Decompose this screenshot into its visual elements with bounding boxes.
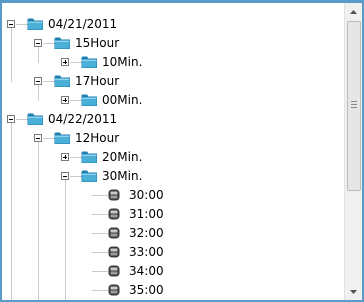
tree-node-label: 12Hour xyxy=(75,131,120,145)
collapse-toggle[interactable] xyxy=(34,134,42,142)
recording-file-icon xyxy=(108,265,120,280)
recording-file-icon xyxy=(108,246,120,261)
tree-folder-node[interactable]: 30Min. xyxy=(2,167,346,185)
collapse-toggle[interactable] xyxy=(7,20,15,28)
tree-node-label: 04/21/2011 xyxy=(48,17,118,31)
vertical-scrollbar[interactable] xyxy=(344,3,362,300)
folder-icon xyxy=(81,55,98,72)
arrow-down-icon[interactable] xyxy=(345,283,362,300)
collapse-toggle[interactable] xyxy=(7,115,15,123)
expand-toggle[interactable] xyxy=(61,96,69,104)
expand-toggle[interactable] xyxy=(61,58,69,66)
tree-folder-node[interactable]: 00Min. xyxy=(2,91,346,109)
tree-recording-node[interactable]: 31:00 xyxy=(2,205,346,223)
tree-folder-node[interactable]: 15Hour xyxy=(2,34,346,52)
tree-folder-node[interactable]: 04/22/2011 xyxy=(2,110,346,128)
folder-icon xyxy=(27,17,44,34)
tree-view[interactable]: 04/21/2011 15Hour 10Min. 17Hour 00Min. 04/22/… xyxy=(2,3,346,300)
folder-icon xyxy=(54,36,71,53)
tree-node-label: 31:00 xyxy=(129,207,164,221)
collapse-toggle[interactable] xyxy=(34,77,42,85)
tree-node-label: 33:00 xyxy=(129,245,164,259)
tree-node-label: 00Min. xyxy=(102,93,143,107)
recording-file-icon xyxy=(108,208,120,223)
scrollbar-thumb[interactable] xyxy=(347,21,361,191)
tree-node-label: 15Hour xyxy=(75,36,120,50)
tree-node-label: 30:00 xyxy=(129,188,164,202)
tree-node-label: 04/22/2011 xyxy=(48,112,118,126)
tree-recording-node[interactable]: 35:00 xyxy=(2,281,346,299)
tree-view-window: 04/21/2011 15Hour 10Min. 17Hour 00Min. 04/22/… xyxy=(0,0,364,302)
tree-folder-node[interactable]: 04/21/2011 xyxy=(2,15,346,33)
tree-folder-node[interactable]: 20Min. xyxy=(2,148,346,166)
tree-recording-node[interactable]: 34:00 xyxy=(2,262,346,280)
folder-icon xyxy=(27,112,44,129)
tree-folder-node[interactable]: 17Hour xyxy=(2,72,346,90)
arrow-up-icon[interactable] xyxy=(345,3,362,20)
tree-folder-node[interactable]: 12Hour xyxy=(2,129,346,147)
folder-icon xyxy=(54,74,71,91)
tree-node-label: 30Min. xyxy=(102,169,143,183)
collapse-toggle[interactable] xyxy=(34,39,42,47)
tree-folder-node[interactable]: 10Min. xyxy=(2,53,346,71)
tree-node-label: 17Hour xyxy=(75,74,120,88)
folder-icon xyxy=(81,93,98,110)
tree-node-label: 32:00 xyxy=(129,226,164,240)
recording-file-icon xyxy=(108,284,120,299)
tree-node-label: 34:00 xyxy=(129,264,164,278)
folder-icon xyxy=(81,169,98,186)
folder-icon xyxy=(54,131,71,148)
tree-node-label: 35:00 xyxy=(129,283,164,297)
recording-file-icon xyxy=(108,189,120,204)
tree-node-label: 20Min. xyxy=(102,150,143,164)
collapse-toggle[interactable] xyxy=(61,172,69,180)
tree-node-label: 10Min. xyxy=(102,55,143,69)
recording-file-icon xyxy=(108,227,120,242)
expand-toggle[interactable] xyxy=(61,153,69,161)
tree-recording-node[interactable]: 33:00 xyxy=(2,243,346,261)
tree-recording-node[interactable]: 30:00 xyxy=(2,186,346,204)
tree-recording-node[interactable]: 32:00 xyxy=(2,224,346,242)
folder-icon xyxy=(81,150,98,167)
